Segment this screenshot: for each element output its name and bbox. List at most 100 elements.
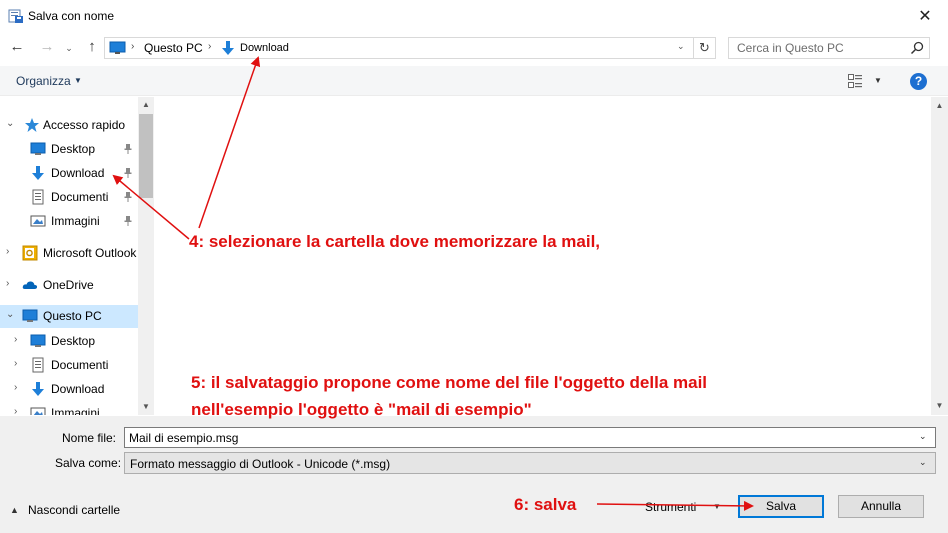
onedrive-icon (22, 281, 38, 289)
download-icon (32, 382, 44, 396)
desktop-icon (30, 334, 46, 347)
expand-icon[interactable]: › (6, 246, 9, 257)
nav-item-label: Download (51, 166, 105, 180)
pc-icon (109, 41, 126, 54)
nav-item-documenti[interactable]: Documenti (0, 186, 138, 208)
savetype-select[interactable]: Formato messaggio di Outlook - Unicode (… (124, 452, 936, 474)
nav-item-label: Documenti (51, 190, 109, 204)
view-options-icon[interactable] (848, 74, 862, 88)
download-icon (32, 166, 44, 180)
pin-icon[interactable] (122, 167, 134, 179)
save-dialog-icon (8, 9, 23, 23)
chevron-down-icon[interactable]: ▼ (713, 502, 721, 511)
search-box[interactable] (728, 37, 930, 59)
filename-label: Nome file: (62, 431, 117, 445)
pc-icon (22, 309, 38, 322)
file-scrollbar[interactable]: ▲ ▼ (931, 97, 948, 415)
refresh-button[interactable]: ↻ (694, 37, 716, 59)
breadcrumb-questo-pc[interactable]: Questo PC (144, 41, 203, 55)
nav-item-label: Questo PC (43, 309, 102, 323)
nav-item-label: Microsoft Outlook (43, 246, 137, 260)
outlook-icon (22, 245, 38, 261)
pin-icon[interactable] (122, 215, 134, 227)
nav-item-pc-download[interactable]: › Download (0, 378, 138, 400)
breadcrumb-separator[interactable]: › (131, 41, 134, 52)
expand-icon[interactable]: › (14, 382, 17, 393)
savetype-value: Formato messaggio di Outlook - Unicode (… (130, 457, 391, 471)
filename-combobox[interactable]: ⌄ (124, 427, 936, 448)
save-button[interactable]: Salva (738, 495, 824, 518)
expand-icon[interactable]: ⌄ (6, 309, 14, 320)
recent-locations-button[interactable]: ⌄ (62, 38, 76, 58)
back-button[interactable]: ← (6, 38, 28, 58)
search-icon[interactable] (909, 40, 925, 56)
desktop-icon (30, 142, 46, 155)
help-icon[interactable]: ? (910, 73, 927, 90)
expand-icon[interactable]: › (14, 358, 17, 369)
scroll-down-icon[interactable]: ▼ (931, 397, 948, 414)
savetype-label: Salva come: (55, 456, 122, 470)
document-icon (32, 357, 44, 373)
scroll-up-icon[interactable]: ▲ (931, 97, 948, 114)
nav-item-desktop[interactable]: Desktop (0, 138, 138, 160)
file-list-area[interactable] (155, 97, 931, 415)
nav-item-pc-immagini[interactable]: › Immagini (0, 402, 138, 415)
pictures-icon (30, 215, 46, 227)
annotation-step-5-line-1: 5: il salvataggio propone come nome del … (191, 373, 708, 392)
nav-item-accesso-rapido[interactable]: ⌄ Accesso rapido (0, 114, 138, 136)
hide-folders-button[interactable]: Nascondi cartelle (28, 503, 120, 517)
nav-item-download[interactable]: Download (0, 162, 138, 184)
download-icon (222, 41, 234, 55)
nav-item-label: Accesso rapido (43, 118, 126, 132)
scroll-up-icon[interactable]: ▲ (138, 97, 154, 113)
chevron-down-icon[interactable]: ⌄ (919, 431, 927, 442)
nav-item-microsoft-outlook[interactable]: › Microsoft Outlook (0, 242, 138, 264)
breadcrumb-separator[interactable]: › (208, 41, 211, 52)
nav-item-questo-pc[interactable]: ⌄ Questo PC (0, 305, 138, 328)
expand-icon[interactable]: › (6, 278, 9, 289)
nav-scrollbar[interactable]: ▲ ▼ (138, 97, 154, 415)
tools-button[interactable]: Strumenti (645, 500, 696, 514)
up-button[interactable]: ↑ (82, 38, 102, 58)
address-dropdown-icon[interactable]: ⌄ (677, 41, 685, 52)
breadcrumb-download[interactable]: Download (240, 42, 289, 54)
nav-item-label: Desktop (51, 334, 96, 348)
expand-icon[interactable]: ⌄ (6, 118, 14, 129)
nav-item-label: Documenti (51, 358, 109, 372)
star-icon (25, 118, 39, 132)
expand-icon[interactable]: › (14, 334, 17, 345)
nav-item-onedrive[interactable]: › OneDrive (0, 274, 138, 296)
annotation-step-5-line-2: nell'esempio l'oggetto è "mail di esempi… (191, 400, 532, 419)
expand-icon[interactable]: › (14, 406, 17, 415)
document-icon (32, 189, 44, 205)
close-button[interactable]: ✕ (902, 0, 948, 31)
scroll-thumb[interactable] (139, 114, 153, 198)
nav-item-immagini[interactable]: Immagini (0, 210, 138, 232)
save-form: Nome file: ⌄ Salva come: Formato messagg… (0, 416, 948, 533)
search-input[interactable] (729, 38, 905, 58)
nav-item-pc-documenti[interactable]: › Documenti (0, 354, 138, 376)
annotation-step-6: 6: salva (514, 495, 577, 514)
chevron-down-icon[interactable]: ▼ (74, 76, 82, 85)
nav-item-label: Immagini (51, 406, 100, 415)
filename-input[interactable] (125, 428, 915, 447)
navigation-pane: ⌄ Accesso rapido Desktop Download Docume… (0, 97, 154, 415)
pin-icon[interactable] (122, 143, 134, 155)
toolbar: Organizza ▼ ▼ ? (0, 66, 948, 96)
address-bar[interactable]: › Questo PC › Download ⌄ (104, 37, 694, 59)
chevron-down-icon[interactable]: ⌄ (919, 457, 927, 468)
nav-item-pc-desktop[interactable]: › Desktop (0, 330, 138, 352)
nav-item-label: Immagini (51, 214, 100, 228)
window-title: Salva con nome (28, 9, 115, 23)
chevron-down-icon[interactable]: ▼ (874, 76, 882, 85)
cancel-button[interactable]: Annulla (838, 495, 924, 518)
chevron-up-icon[interactable]: ▲ (10, 505, 19, 515)
nav-item-label: OneDrive (43, 278, 94, 292)
title-bar: Salva con nome ✕ (0, 0, 948, 31)
pictures-icon (30, 407, 46, 415)
annotation-step-4: 4: selezionare la cartella dove memorizz… (189, 232, 601, 251)
organize-button[interactable]: Organizza (16, 74, 71, 88)
forward-button[interactable]: → (36, 38, 58, 58)
scroll-down-icon[interactable]: ▼ (138, 399, 154, 415)
pin-icon[interactable] (122, 191, 134, 203)
